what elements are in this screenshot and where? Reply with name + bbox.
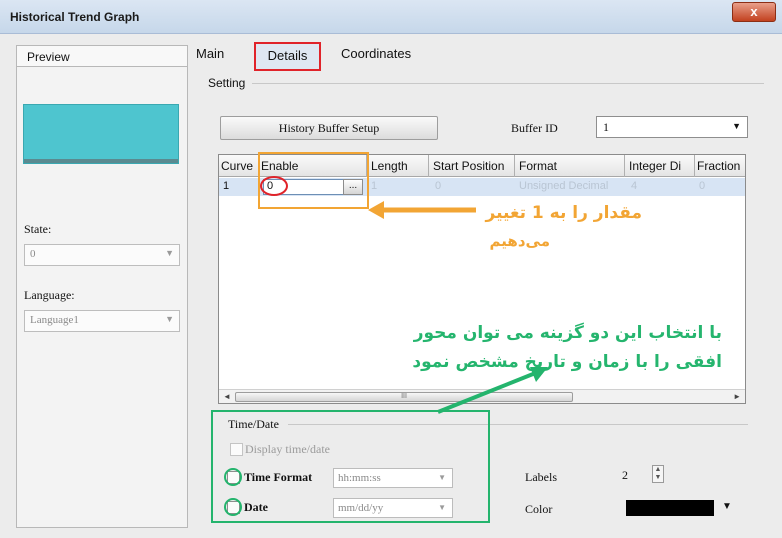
- buffer-id-select[interactable]: 1 ▼: [596, 116, 748, 138]
- language-select[interactable]: Language1 ▼: [24, 310, 180, 332]
- annotation-text-line2: می‌دهیم: [489, 232, 550, 250]
- annotation-text-line1: مقدار را به 1 تغییر: [485, 203, 642, 223]
- annotation-text-line3: با انتخاب این دو گزینه می توان محور: [413, 323, 722, 343]
- tab-details[interactable]: Details: [254, 42, 321, 71]
- history-buffer-setup-button[interactable]: History Buffer Setup: [220, 116, 438, 140]
- preview-graph-thumbnail: [23, 104, 179, 164]
- column-header-length[interactable]: Length: [367, 155, 429, 177]
- cell-length: 1: [371, 180, 378, 192]
- window-title: Historical Trend Graph: [10, 10, 140, 24]
- color-picker[interactable]: [626, 500, 714, 516]
- cell-start-position: 0: [435, 180, 442, 192]
- labels-stepper[interactable]: ▲ ▼: [652, 465, 664, 483]
- labels-label: Labels: [525, 470, 557, 484]
- state-label: State:: [24, 222, 52, 236]
- annotation-green-circle: [224, 468, 242, 486]
- column-header-format[interactable]: Format: [515, 155, 625, 177]
- cell-integer-digits: 4: [631, 180, 638, 192]
- chevron-down-icon: ▼: [732, 121, 741, 131]
- tab-main[interactable]: Main: [196, 46, 224, 61]
- column-header-fraction[interactable]: Fraction: [695, 155, 745, 177]
- divider: [252, 83, 764, 84]
- column-header-curve[interactable]: Curve: [219, 155, 259, 177]
- labels-value[interactable]: 2: [622, 468, 628, 483]
- buffer-id-value: 1: [603, 120, 609, 134]
- state-value: 0: [30, 248, 36, 260]
- buffer-id-label: Buffer ID: [511, 121, 558, 135]
- scroll-right-icon[interactable]: ►: [733, 392, 741, 401]
- annotation-red-circle: [260, 176, 288, 196]
- column-header-integer-digits[interactable]: Integer Di: [625, 155, 695, 177]
- chevron-down-icon[interactable]: ▼: [722, 501, 732, 512]
- preview-tab[interactable]: Preview: [16, 45, 188, 67]
- color-label: Color: [525, 502, 553, 516]
- close-button[interactable]: x: [732, 2, 776, 22]
- title-bar: Historical Trend Graph x: [0, 0, 782, 34]
- tab-coordinates[interactable]: Coordinates: [341, 46, 411, 61]
- scroll-left-icon[interactable]: ◄: [223, 392, 231, 401]
- setting-section-label: Setting: [208, 76, 246, 90]
- chevron-down-icon: ▼: [165, 314, 174, 324]
- chevron-down-icon: ▼: [165, 248, 174, 258]
- cell-format: Unsigned Decimal: [519, 180, 609, 192]
- cell-curve: 1: [223, 180, 230, 192]
- cell-fraction: 0: [699, 180, 706, 192]
- language-value: Language1: [30, 314, 79, 326]
- language-label: Language:: [24, 288, 75, 302]
- column-header-start-position[interactable]: Start Position: [429, 155, 515, 177]
- annotation-green-circle: [224, 498, 242, 516]
- state-select[interactable]: 0 ▼: [24, 244, 180, 266]
- annotation-highlight-box: [211, 410, 490, 523]
